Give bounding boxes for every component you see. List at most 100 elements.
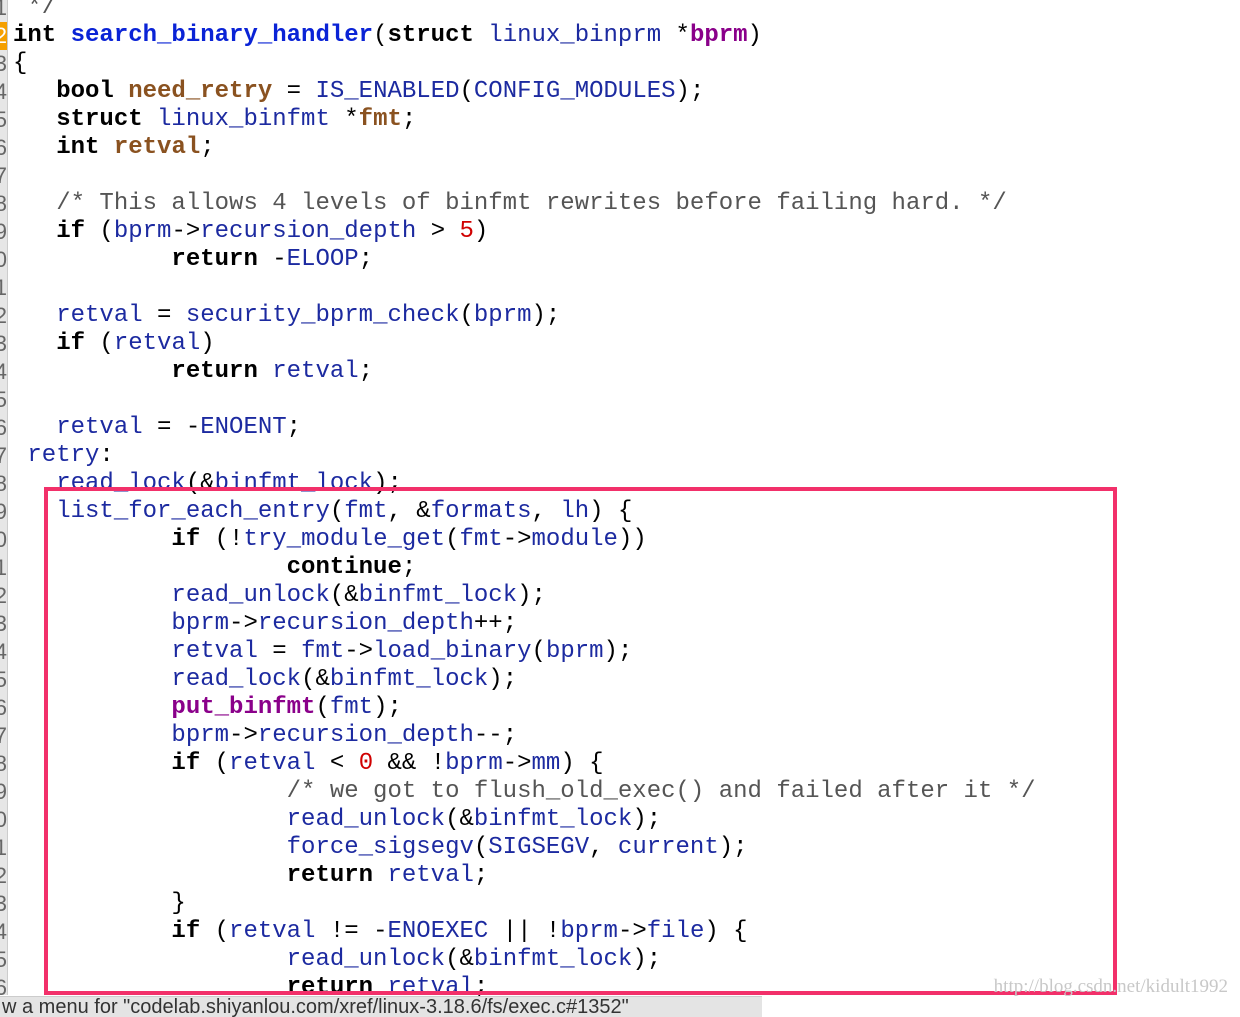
line-number[interactable]: 4	[0, 638, 7, 666]
code-token[interactable]: SIGSEGV	[488, 834, 589, 861]
code-token: (	[459, 302, 474, 329]
code-token[interactable]: binfmt_lock	[474, 946, 632, 973]
line-number[interactable]: 9	[0, 778, 7, 806]
line-number[interactable]: 6	[0, 974, 7, 995]
code-token[interactable]: lh	[560, 498, 589, 525]
code-token[interactable]: binfmt_lock	[330, 666, 488, 693]
code-token: need_retry	[128, 78, 273, 105]
line-number[interactable]: 0	[0, 806, 7, 834]
code-token[interactable]: security_bprm_check	[186, 302, 460, 329]
line-number[interactable]: 4	[0, 358, 7, 386]
line-number[interactable]: 8	[0, 470, 7, 498]
line-number[interactable]: 2	[0, 582, 7, 610]
line-number[interactable]: 5	[0, 106, 7, 134]
code-token: (&	[445, 946, 474, 973]
line-number[interactable]: 6	[0, 134, 7, 162]
keyword: if	[13, 330, 100, 357]
line-number[interactable]: 8	[0, 190, 7, 218]
line-number[interactable]: 1	[0, 554, 7, 582]
code-token[interactable]: bprm	[560, 918, 618, 945]
code-token[interactable]: retry	[13, 442, 99, 469]
line-number[interactable]: 6	[0, 694, 7, 722]
code-token[interactable]: fmt	[301, 638, 344, 665]
line-number[interactable]: 3	[0, 610, 7, 638]
line-number[interactable]: 9	[0, 498, 7, 526]
line-number[interactable]: 2	[0, 862, 7, 890]
line-number[interactable]: 0	[0, 526, 7, 554]
line-number[interactable]: 7	[0, 442, 7, 470]
code-token[interactable]: retval	[229, 750, 315, 777]
code-token[interactable]: retval	[13, 414, 142, 441]
code-token[interactable]: bprm	[114, 218, 172, 245]
line-number[interactable]: 4	[0, 918, 7, 946]
line-number[interactable]: 3	[0, 890, 7, 918]
line-number[interactable]: 0	[0, 246, 7, 274]
code-token[interactable]: linux_binprm	[488, 22, 675, 49]
code-token[interactable]: read_lock	[13, 470, 186, 497]
code-token[interactable]: read_unlock	[13, 806, 445, 833]
code-token[interactable]: bprm	[445, 750, 503, 777]
line-number[interactable]: 1	[0, 834, 7, 862]
line-number[interactable]: 2	[0, 302, 7, 330]
code-token[interactable]: IS_ENABLED	[315, 78, 459, 105]
code-token[interactable]: try_module_get	[243, 526, 445, 553]
code-token[interactable]: retval	[272, 358, 358, 385]
code-token: );	[632, 806, 662, 833]
code-token[interactable]: bprm	[546, 638, 604, 665]
code-token: (&	[329, 582, 359, 609]
code-token[interactable]: retval	[13, 638, 257, 665]
line-number[interactable]: 8	[0, 750, 7, 778]
code-token[interactable]: binfmt_lock	[359, 582, 517, 609]
line-number[interactable]: 3	[0, 330, 7, 358]
code-token[interactable]: bprm	[13, 610, 229, 637]
keyword: return	[13, 358, 273, 385]
line-number[interactable]: 5	[0, 386, 7, 414]
line-number[interactable]: 5	[0, 946, 7, 974]
line-number[interactable]: 5	[0, 666, 7, 694]
code-token[interactable]: recursion_depth	[258, 722, 474, 749]
code-token[interactable]: retval	[229, 918, 315, 945]
code-token[interactable]: search_binary_handler	[71, 22, 373, 49]
code-token[interactable]: ELOOP	[287, 246, 359, 273]
code-token[interactable]: read_unlock	[13, 582, 329, 609]
code-token[interactable]: retval	[114, 330, 200, 357]
line-number[interactable]: 6	[0, 414, 7, 442]
code-token[interactable]: binfmt_lock	[474, 806, 632, 833]
line-number[interactable]: 3	[0, 50, 7, 78]
line-number[interactable]: 7	[0, 162, 7, 190]
code-token[interactable]: force_sigsegv	[13, 834, 474, 861]
code-token[interactable]: binfmt_lock	[215, 470, 373, 497]
code-token[interactable]: put_binfmt	[13, 694, 315, 721]
line-number[interactable]: 2	[0, 22, 7, 50]
code-token[interactable]: bprm	[13, 722, 229, 749]
code-token[interactable]: load_binary	[373, 638, 531, 665]
code-token[interactable]: retval	[387, 862, 473, 889]
code-token[interactable]: ENOEXEC	[387, 918, 488, 945]
line-number[interactable]: 1	[0, 0, 7, 22]
line-number[interactable]: 7	[0, 722, 7, 750]
code-token[interactable]: fmt	[330, 694, 373, 721]
code-token[interactable]: module	[532, 526, 618, 553]
code-token[interactable]: CONFIG_MODULES	[474, 78, 676, 105]
code-token: ;	[200, 134, 215, 161]
code-line: return retval;	[13, 358, 1036, 386]
line-number[interactable]: 1	[0, 274, 7, 302]
code-token[interactable]: recursion_depth	[258, 610, 474, 637]
code-token[interactable]: fmt	[460, 526, 503, 553]
line-number[interactable]: 4	[0, 78, 7, 106]
code-token[interactable]: mm	[532, 750, 561, 777]
code-token[interactable]: read_unlock	[13, 946, 445, 973]
code-token[interactable]: list_for_each_entry	[13, 498, 330, 525]
code-token[interactable]: fmt	[344, 498, 387, 525]
code-token[interactable]: recursion_depth	[200, 218, 416, 245]
code-token[interactable]: bprm	[690, 22, 748, 49]
code-token[interactable]: current	[618, 834, 719, 861]
code-token[interactable]: retval	[13, 302, 142, 329]
code-token[interactable]: read_lock	[13, 666, 301, 693]
code-token[interactable]: file	[647, 918, 705, 945]
code-token[interactable]: formats	[431, 498, 532, 525]
code-token[interactable]: linux_binfmt	[157, 106, 344, 133]
line-number[interactable]: 9	[0, 218, 7, 246]
code-token[interactable]: ENOENT	[200, 414, 286, 441]
code-token[interactable]: bprm	[474, 302, 532, 329]
